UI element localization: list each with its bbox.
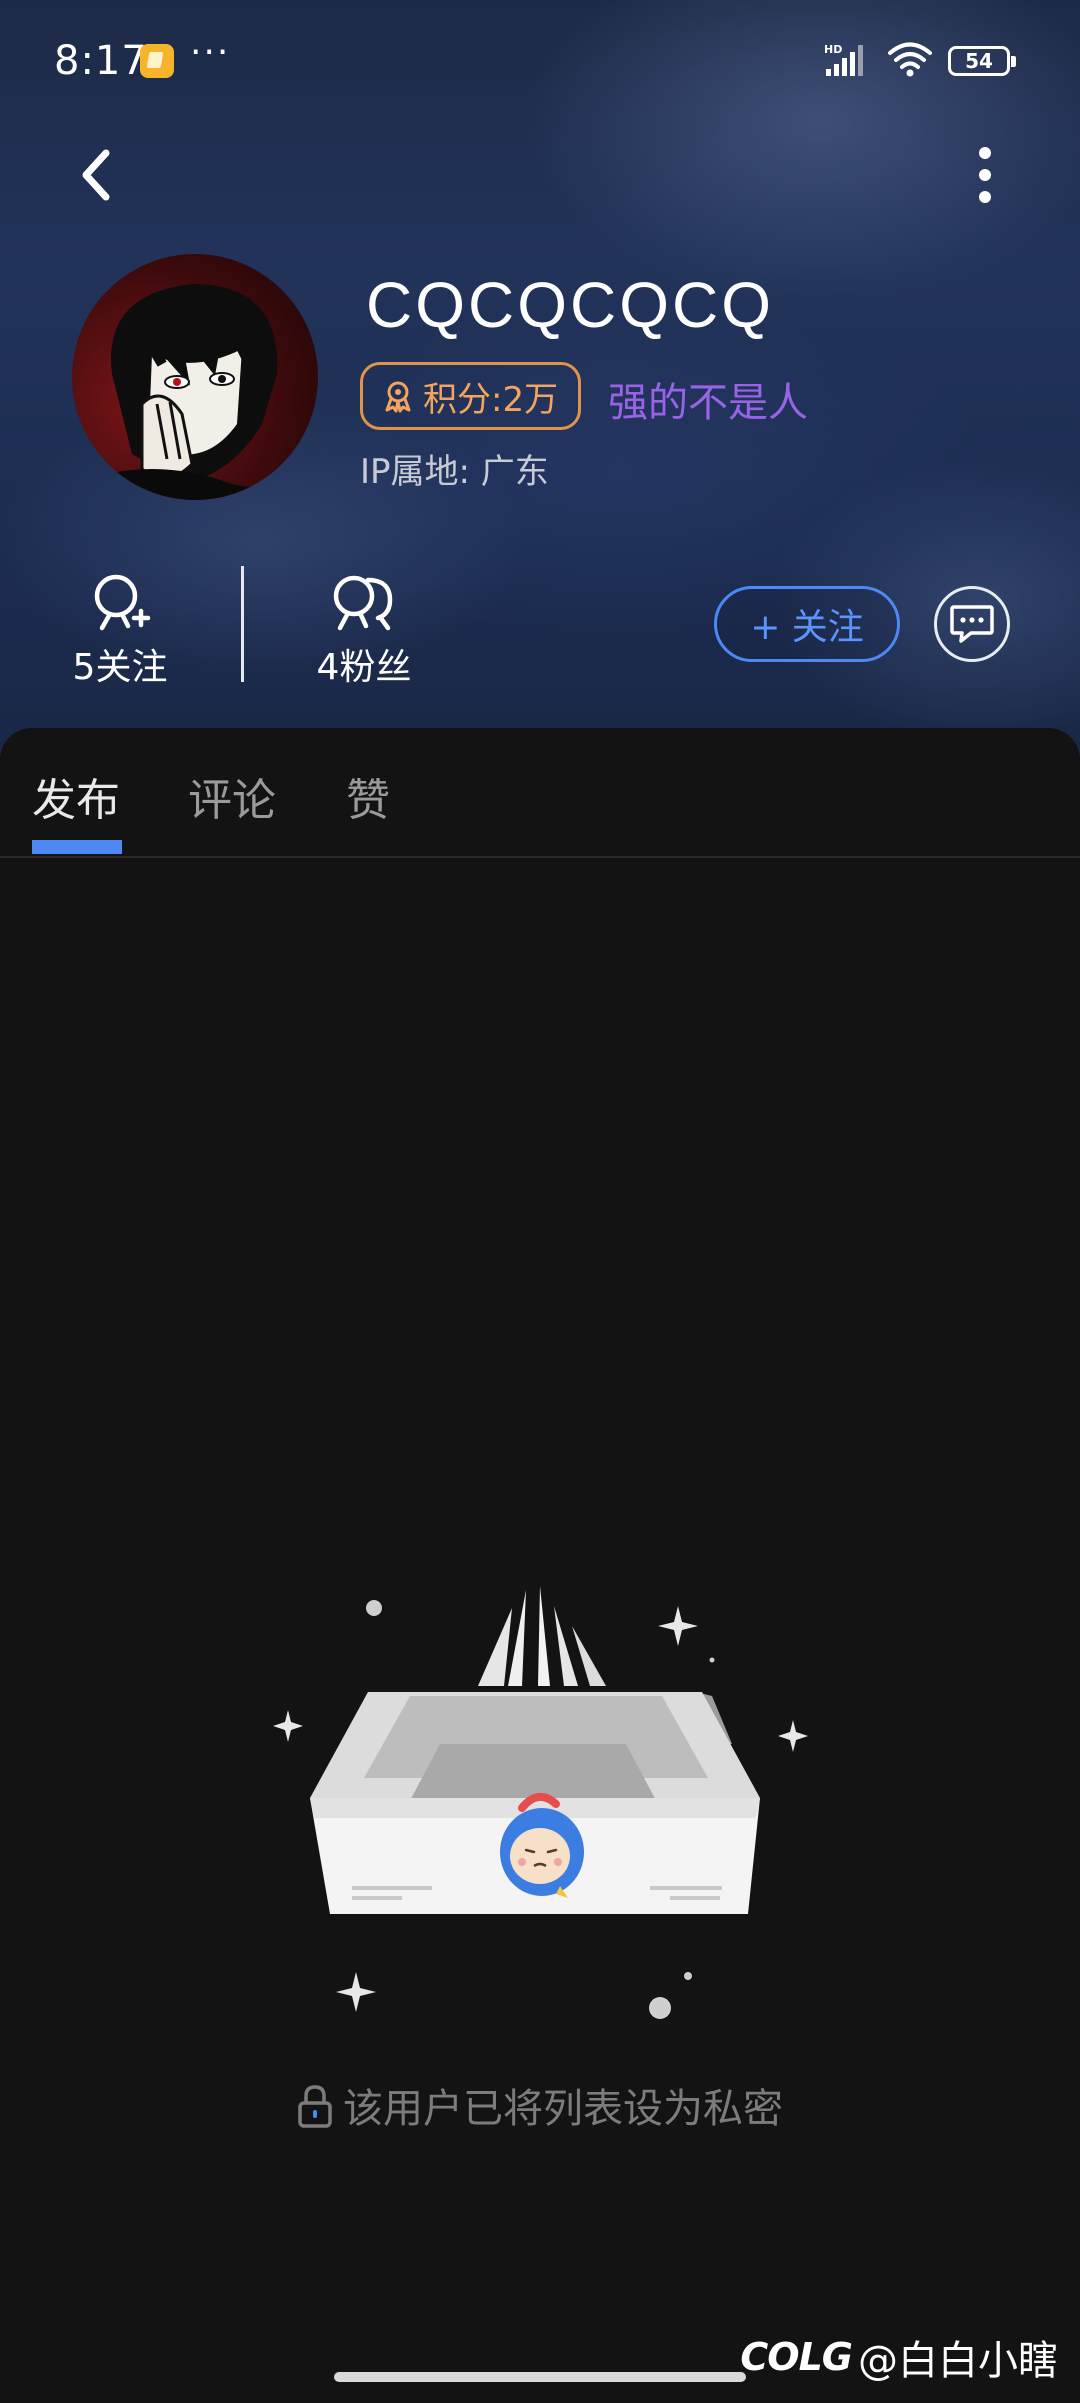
medal-icon [385,381,411,413]
fans-count: 4粉丝 [316,647,412,688]
content-panel: 发布 评论 赞 [0,728,1080,2403]
back-arrow-icon [82,149,110,201]
avatar[interactable] [72,254,318,500]
tab-bar: 发布 评论 赞 [0,728,1080,858]
points-badge[interactable]: 积分:2万 [360,362,582,430]
user-title: 强的不是人 [608,380,808,426]
watermark: COLG @白白小瞎 [740,2328,1058,2386]
more-notifications-icon: ··· [190,32,231,73]
home-indicator[interactable] [334,2372,746,2382]
notes-app-icon [140,44,174,78]
users-icon [333,575,393,631]
status-bar: 8:17 ··· HD 54 [0,0,1080,120]
more-vertical-icon [979,147,991,203]
watermark-handle: @白白小瞎 [858,2338,1058,2384]
signal-hd-label: HD [824,43,842,56]
points-value: 积分:2万 [423,379,559,420]
tab-likes[interactable]: 赞 [346,764,390,828]
signal-icon: HD [824,43,863,76]
private-list-message: 该用户已将列表设为私密 [0,2076,1080,2134]
more-options-button[interactable] [960,140,1010,210]
profile-screen: 8:17 ··· HD 54 CQCQCQCQ 积分:2万 强的不是人 IP属地… [0,0,1080,2403]
following-stat[interactable]: 5关注 [40,570,200,690]
user-plus-icon [94,574,151,631]
stats-divider [241,566,244,682]
active-tab-indicator [32,840,122,854]
avatar-illustration [72,284,318,500]
colg-logo: COLG [740,2335,853,2379]
private-list-text: 该用户已将列表设为私密 [343,2086,783,2132]
lock-icon [298,2085,332,2128]
back-button[interactable] [66,140,126,210]
empty-box-illustration [273,1586,808,2019]
username: CQCQCQCQ [366,269,774,341]
chat-bubble-icon [950,605,994,643]
tab-comments[interactable]: 评论 [188,764,276,828]
tab-posts[interactable]: 发布 [32,764,120,828]
message-button[interactable] [934,586,1010,662]
ip-location: IP属地: 广东 [360,452,549,492]
following-count: 5关注 [72,647,168,688]
follow-button[interactable]: + 关注 [714,586,900,662]
battery-indicator: 54 [948,46,1016,76]
wifi-icon [888,42,932,77]
fans-stat[interactable]: 4粉丝 [284,570,444,690]
status-time: 8:17 [54,38,148,84]
